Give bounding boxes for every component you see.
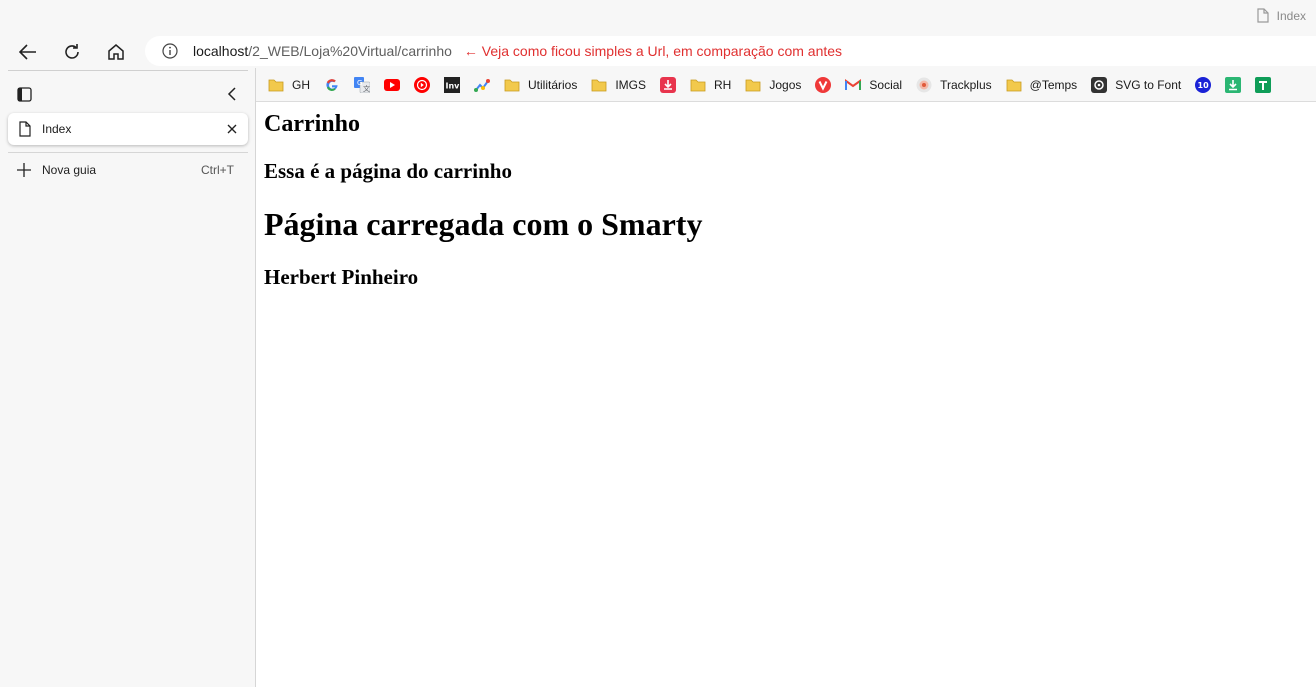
page-subheading: Essa é a página do carrinho: [264, 159, 512, 183]
reload-button[interactable]: [58, 38, 86, 66]
svg-font-icon: [1091, 76, 1108, 93]
svg-text:G: G: [357, 79, 362, 87]
back-arrow-icon: [19, 44, 36, 60]
bookmark-label: Trackplus: [940, 77, 992, 92]
bookmark-label: GH: [292, 77, 310, 92]
url-path: /2_WEB/Loja%20Virtual/carrinho: [248, 43, 452, 59]
svg-text:Inv: Inv: [446, 81, 461, 90]
folder-icon: [591, 77, 607, 93]
url-annotation: ← Veja como ficou simples a Url, em comp…: [463, 43, 843, 59]
trackplus-icon: [916, 77, 932, 93]
new-tab-button[interactable]: Nova guia Ctrl+T: [8, 158, 248, 182]
bookmark-label: Social: [869, 77, 903, 92]
analytics-icon: [474, 77, 490, 93]
bookmark-jogos[interactable]: Jogos: [745, 77, 801, 93]
close-tab-icon[interactable]: [222, 119, 242, 139]
bookmark-label: @Temps: [1029, 77, 1078, 92]
bookmark-label: Jogos: [769, 77, 802, 92]
bookmark-gh[interactable]: GH: [268, 77, 310, 93]
home-icon: [108, 44, 124, 60]
page-heading-carrinho: Carrinho: [264, 111, 360, 137]
folder-icon: [745, 77, 761, 93]
google-icon: [324, 77, 340, 93]
bookmark-ten[interactable]: 10: [1195, 76, 1212, 93]
tab-actions-icon[interactable]: [16, 86, 32, 102]
download-green-icon: [1225, 76, 1242, 93]
folder-icon: [690, 77, 706, 93]
page-icon: [19, 121, 31, 137]
new-tab-shortcut: Ctrl+T: [201, 163, 234, 177]
bookmark-download-red[interactable]: [660, 76, 677, 93]
url-host: localhost: [193, 43, 249, 59]
folder-icon: [268, 77, 284, 93]
youtube-music-icon: [414, 76, 430, 93]
bookmark-vivaldi[interactable]: [815, 76, 832, 93]
bookmark-rh[interactable]: RH: [690, 77, 731, 93]
page-icon: [1257, 8, 1269, 23]
home-button[interactable]: [102, 38, 130, 66]
bookmark-download-green[interactable]: [1225, 76, 1242, 93]
author-heading: Herbert Pinheiro: [264, 265, 419, 289]
info-icon[interactable]: [161, 42, 179, 60]
bookmark-trackplus[interactable]: Trackplus: [916, 77, 992, 93]
vertical-tabs-sidebar: Index Nova guia Ctrl+T: [0, 68, 256, 687]
svg-text:文: 文: [363, 84, 370, 93]
navigation-bar: localhost/2_WEB/Loja%20Virtual/carrinho …: [0, 34, 1316, 68]
folder-icon: [1006, 77, 1022, 93]
download-red-icon: [660, 76, 677, 93]
back-button[interactable]: [14, 38, 42, 66]
gmail-icon: [845, 77, 862, 93]
bookmark-inv[interactable]: Inv: [444, 76, 461, 93]
sidebar-divider-top: [8, 70, 248, 71]
address-bar[interactable]: localhost/2_WEB/Loja%20Virtual/carrinho …: [145, 36, 1316, 66]
bookmarks-bar: GH G文 Inv Utilitários IMGS RH Jogos Soci…: [256, 68, 1316, 102]
inv-icon: Inv: [444, 76, 461, 93]
bookmark-sheets[interactable]: [1255, 76, 1272, 93]
bookmark-imgs[interactable]: IMGS: [591, 77, 646, 93]
bookmark-svg-to-font[interactable]: SVG to Font: [1091, 76, 1182, 93]
new-tab-label: Nova guia: [42, 163, 97, 177]
reload-icon: [65, 44, 79, 59]
bookmark-label: IMGS: [615, 77, 647, 92]
bookmark-label: SVG to Font: [1115, 77, 1182, 92]
vivaldi-icon: [815, 76, 832, 93]
bookmark-utilitarios[interactable]: Utilitários: [504, 77, 577, 93]
bookmark-label: Utilitários: [528, 77, 578, 92]
window-tab-title: Index: [1276, 8, 1306, 23]
bookmark-social[interactable]: Social: [845, 77, 902, 93]
translate-icon: G文: [354, 76, 370, 93]
ten-icon: 10: [1195, 76, 1212, 93]
bookmark-youtube[interactable]: [384, 77, 400, 93]
bookmark-analytics[interactable]: [474, 77, 490, 93]
bookmark-temps[interactable]: @Temps: [1006, 77, 1078, 93]
tab-index[interactable]: Index: [8, 113, 248, 145]
sheets-icon: [1255, 76, 1272, 93]
window-tab[interactable]: Index: [1257, 8, 1306, 23]
bookmark-google[interactable]: [324, 77, 340, 93]
youtube-icon: [384, 77, 400, 93]
title-bar: Index: [0, 0, 1316, 34]
svg-text:10: 10: [1198, 81, 1210, 90]
folder-icon: [504, 77, 520, 93]
page-content: Carrinho Essa é a página do carrinho Pág…: [256, 102, 1316, 687]
sidebar-divider: [8, 152, 248, 153]
collapse-sidebar-icon[interactable]: [224, 86, 240, 102]
plus-icon: [17, 163, 31, 177]
page-main-heading: Página carregada com o Smarty: [264, 206, 703, 242]
tab-label: Index: [42, 122, 72, 136]
url-text[interactable]: localhost/2_WEB/Loja%20Virtual/carrinho: [193, 43, 452, 59]
bookmark-translate[interactable]: G文: [354, 76, 370, 93]
bookmark-label: RH: [714, 77, 732, 92]
bookmark-youtube-music[interactable]: [414, 76, 430, 93]
